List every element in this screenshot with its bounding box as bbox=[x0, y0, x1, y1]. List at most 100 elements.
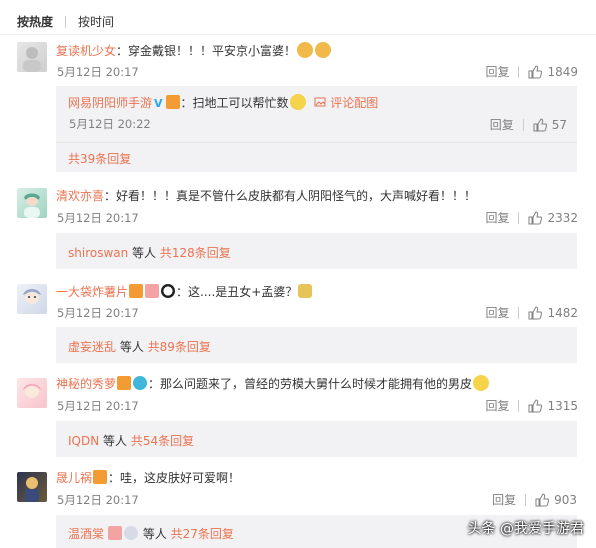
like-button[interactable]: 57 bbox=[533, 118, 567, 132]
smile-emoji-icon bbox=[289, 94, 306, 110]
comment-text: 一大袋炸薯片 ：这....是丑女+孟婆？ bbox=[56, 284, 313, 300]
sub-reply-actions: 回复 57 bbox=[490, 116, 567, 133]
more-replies: 共39条回复 bbox=[68, 150, 131, 167]
more-replies: IQDN 等人 共54条回复 bbox=[68, 432, 194, 449]
reply-button[interactable]: 回复 bbox=[490, 116, 514, 133]
username[interactable]: 晟儿祸 bbox=[56, 471, 92, 485]
thumbs-up-icon bbox=[533, 117, 547, 131]
more-replies-mid: 等人 bbox=[128, 246, 160, 260]
username[interactable]: 网易阴阳师手游 bbox=[68, 96, 152, 110]
more-replies: shiroswan 等人 共128条回复 bbox=[68, 244, 231, 261]
comment-text: 神秘的秀萝 ：那么问题来了，曾经的劳模大舅什么时候才能拥有他的男皮 bbox=[56, 375, 490, 392]
reply-button[interactable]: 回复 bbox=[485, 63, 509, 80]
cake-emoji-icon bbox=[108, 526, 123, 540]
more-replies-link[interactable]: 共128条回复 bbox=[160, 246, 231, 260]
comment-body: ：那么问题来了，曾经的劳模大舅什么时候才能拥有他的男皮 bbox=[148, 377, 473, 391]
comment-text: 清欢亦喜：好看！！！真是不管什么皮肤都有人阴阳怪气的，大声喊好看！！！ bbox=[56, 188, 476, 204]
timestamp: 5月12日 20:17 bbox=[57, 493, 139, 507]
like-button[interactable]: 1849 bbox=[528, 65, 578, 79]
timestamp: 5月12日 20:17 bbox=[57, 399, 139, 413]
member-badge-icon bbox=[93, 470, 108, 484]
like-count: 1315 bbox=[547, 398, 578, 413]
divider bbox=[522, 118, 524, 131]
more-replies-link[interactable]: 共89条回复 bbox=[148, 340, 211, 354]
username[interactable]: shiroswan bbox=[68, 246, 128, 260]
member-badge-icon bbox=[165, 95, 180, 109]
avatar[interactable] bbox=[17, 378, 47, 408]
thumbs-up-icon bbox=[528, 398, 543, 412]
username[interactable]: 一大袋炸薯片 bbox=[56, 285, 128, 299]
sort-bar: 按热度 按时间 bbox=[17, 13, 114, 30]
like-count: 1482 bbox=[547, 305, 578, 320]
like-button[interactable]: 1315 bbox=[528, 399, 578, 413]
doge-emoji-icon bbox=[297, 42, 314, 58]
verified-v-icon: V bbox=[154, 97, 163, 110]
comment-actions: 回复 2332 bbox=[485, 209, 578, 226]
comment-actions: 回复 903 bbox=[492, 491, 577, 508]
more-replies-link[interactable]: 共54条回复 bbox=[131, 434, 194, 448]
ring-badge-icon bbox=[124, 526, 139, 540]
like-count: 903 bbox=[554, 492, 577, 507]
divider bbox=[56, 142, 577, 143]
comment-body: ：哇，这皮肤好可爱啊！ bbox=[108, 471, 241, 485]
more-replies-mid: 等人 bbox=[99, 434, 131, 448]
thumbs-up-icon bbox=[535, 492, 550, 506]
more-replies: 虚妄迷乱 等人 共89条回复 bbox=[68, 338, 211, 355]
reply-button[interactable]: 回复 bbox=[485, 209, 509, 226]
avatar[interactable] bbox=[17, 188, 47, 218]
divider bbox=[65, 15, 67, 28]
timestamp: 5月12日 20:17 bbox=[57, 306, 139, 320]
watermark: 头条 @我爱手游君 bbox=[467, 521, 584, 537]
more-replies: 温酒棠 等人 共27条回复 bbox=[68, 525, 234, 542]
thumbs-up-icon bbox=[528, 305, 543, 319]
divider bbox=[0, 34, 596, 35]
like-button[interactable]: 903 bbox=[535, 493, 577, 507]
timestamp: 5月12日 20:22 bbox=[69, 117, 151, 131]
thumbs-up-icon bbox=[528, 210, 543, 224]
username[interactable]: 温酒棠 bbox=[68, 527, 104, 541]
avatar[interactable] bbox=[17, 472, 47, 502]
reply-box: IQDN 等人 共54条回复 bbox=[56, 421, 577, 457]
like-count: 2332 bbox=[547, 210, 578, 225]
divider bbox=[518, 65, 520, 78]
divider bbox=[518, 306, 520, 319]
sub-reply-text: 网易阴阳师手游 V ：扫地工可以帮忙数 评论配图 bbox=[68, 94, 378, 112]
comment-body: ：这....是丑女+孟婆？ bbox=[176, 285, 298, 299]
more-replies-link[interactable]: 共39条回复 bbox=[68, 152, 131, 166]
character-emoji-icon bbox=[298, 284, 313, 298]
like-count: 57 bbox=[551, 117, 567, 132]
reply-box: 虚妄迷乱 等人 共89条回复 bbox=[56, 327, 577, 363]
timestamp: 5月12日 20:17 bbox=[57, 65, 139, 79]
avatar[interactable] bbox=[17, 42, 47, 72]
username[interactable]: 复读机少女 bbox=[56, 44, 116, 58]
timestamp: 5月12日 20:17 bbox=[57, 211, 139, 225]
divider bbox=[518, 211, 520, 224]
reply-button[interactable]: 回复 bbox=[485, 304, 509, 321]
member-badge-icon bbox=[117, 376, 132, 390]
username[interactable]: 神秘的秀萝 bbox=[56, 377, 116, 391]
like-button[interactable]: 1482 bbox=[528, 306, 578, 320]
username[interactable]: IQDN bbox=[68, 434, 99, 448]
cake-emoji-icon bbox=[145, 284, 160, 298]
sort-by-hot[interactable]: 按热度 bbox=[17, 13, 53, 30]
sad-emoji-icon bbox=[473, 375, 490, 391]
like-button[interactable]: 2332 bbox=[528, 211, 578, 225]
view-image-link[interactable]: 评论配图 bbox=[330, 96, 378, 110]
comment-actions: 回复 1482 bbox=[485, 304, 578, 321]
reply-button[interactable]: 回复 bbox=[485, 397, 509, 414]
member-badge-icon bbox=[129, 284, 144, 298]
username[interactable]: 清欢亦喜 bbox=[56, 189, 104, 203]
reply-box: shiroswan 等人 共128条回复 bbox=[56, 233, 577, 269]
comment-actions: 回复 1849 bbox=[485, 63, 578, 80]
thumbs-up-icon bbox=[528, 64, 543, 78]
panda-emoji-icon bbox=[161, 284, 176, 298]
avatar[interactable] bbox=[17, 284, 47, 314]
username[interactable]: 虚妄迷乱 bbox=[68, 340, 116, 354]
reply-button[interactable]: 回复 bbox=[492, 491, 516, 508]
divider bbox=[525, 493, 527, 506]
sort-by-time[interactable]: 按时间 bbox=[78, 13, 114, 30]
eye-badge-icon bbox=[133, 376, 148, 390]
comment-text: 晟儿祸 ：哇，这皮肤好可爱啊！ bbox=[56, 470, 240, 486]
reply-box: 网易阴阳师手游 V ：扫地工可以帮忙数 评论配图 5月12日 20:22 回复 57… bbox=[56, 86, 577, 172]
more-replies-link[interactable]: 共27条回复 bbox=[171, 527, 234, 541]
